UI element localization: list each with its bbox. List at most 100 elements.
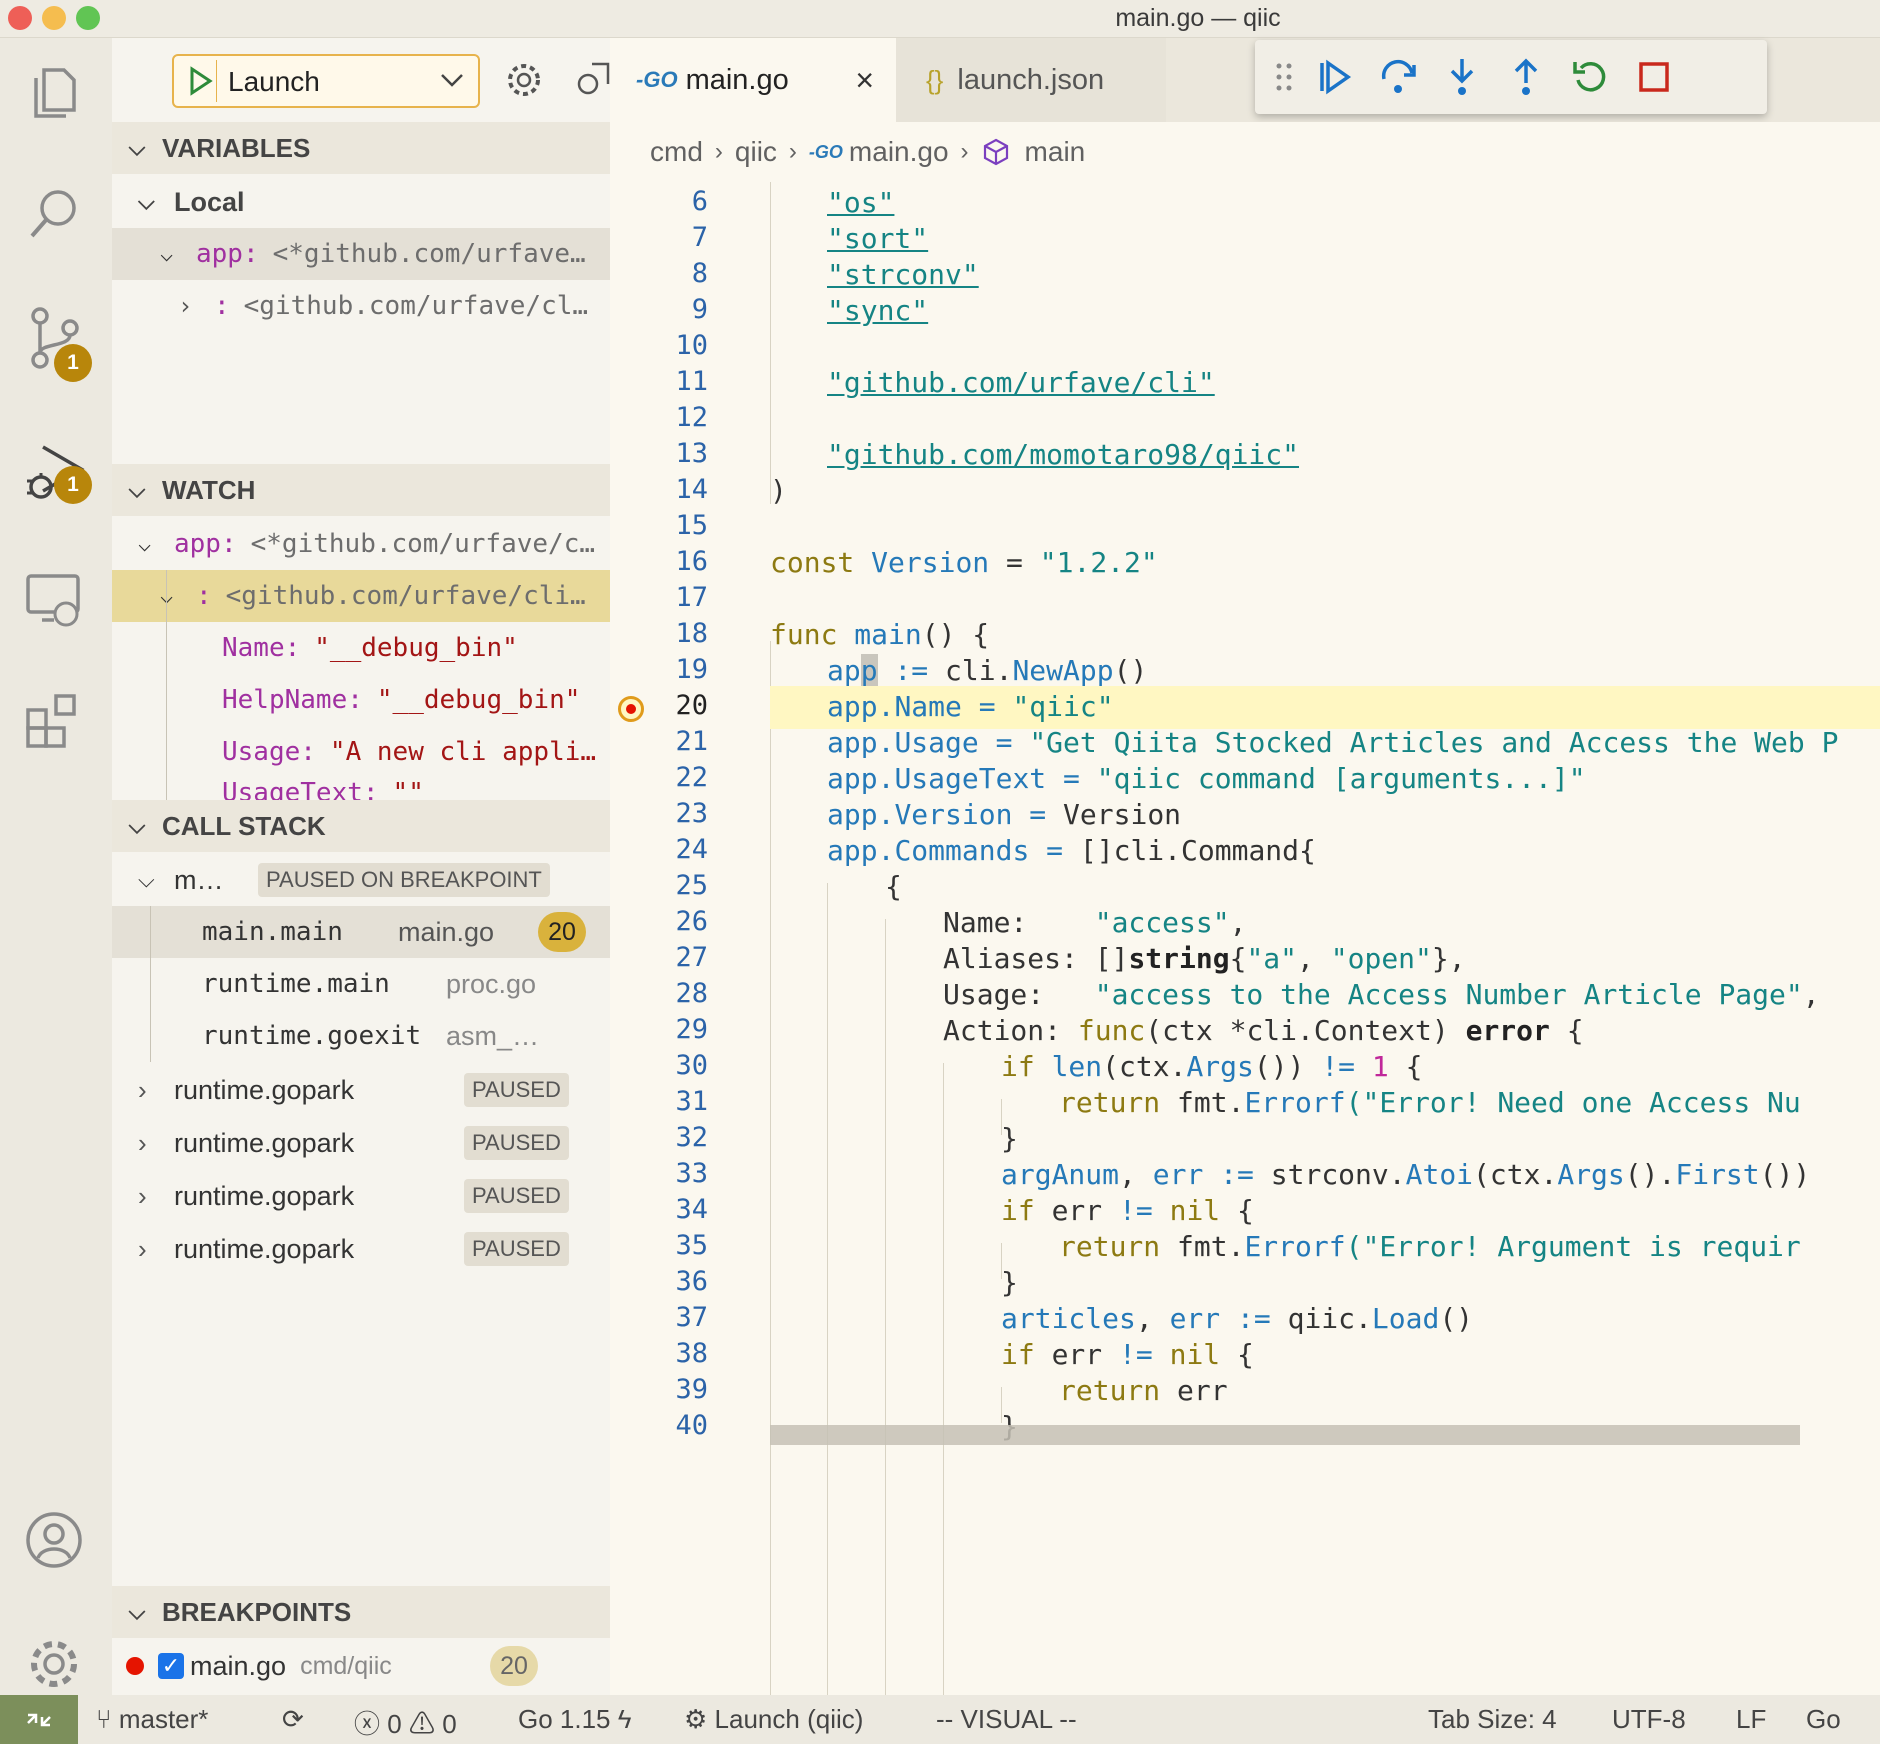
remote-indicator[interactable] — [0, 1695, 78, 1744]
breadcrumb-item[interactable]: main — [1025, 136, 1086, 168]
json-file-icon: {} — [926, 64, 944, 95]
breakpoint-dot-icon — [126, 1657, 144, 1675]
chevron-right-icon: › — [138, 1127, 147, 1158]
watch-item-app[interactable]: ⌵ app: <*github.com/urfave/c… — [112, 518, 610, 570]
code-token: Aliases: [] — [943, 942, 1129, 975]
encoding-indicator[interactable]: UTF-8 — [1612, 1704, 1686, 1735]
drag-handle-icon[interactable] — [1263, 54, 1305, 100]
line-number: 16 — [675, 546, 708, 577]
horizontal-scrollbar[interactable] — [770, 1425, 1800, 1445]
code-editor[interactable]: 6 "os" 7 "sort" 8 "strconv" 9 "sync" 10 11 "g… — [610, 182, 1880, 1695]
code-token: = — [1012, 798, 1064, 831]
watch-field-name: UsageText: — [222, 778, 379, 800]
breakpoints-section-header[interactable]: ⌵ BREAKPOINTS — [112, 1586, 610, 1638]
restart-button[interactable] — [1567, 54, 1613, 100]
tab-size-indicator[interactable]: Tab Size: 4 — [1428, 1704, 1557, 1735]
code-token: app. — [827, 690, 895, 723]
call-stack-thread[interactable]: › runtime.gopark PAUSED — [112, 1170, 610, 1222]
watch-field[interactable]: UsageText: "" — [112, 778, 610, 800]
line-number: 33 — [675, 1158, 708, 1189]
watch-field[interactable]: Usage: "A new cli appli… — [112, 726, 610, 778]
tab-main-go[interactable]: -GO main.go × — [610, 38, 896, 122]
code-token: { — [1229, 942, 1247, 975]
line-number: 34 — [675, 1194, 708, 1225]
chevron-right-icon: › — [714, 138, 723, 165]
frame-file: main.go — [398, 916, 495, 947]
code-token: Atoi — [1405, 1158, 1474, 1191]
run-debug-icon[interactable]: 1 — [18, 438, 92, 510]
code-token: , — [1229, 906, 1247, 939]
watch-value: <github.com/urfave/cli… — [225, 581, 586, 611]
variable-app-child[interactable]: › : <github.com/urfave/cl… — [112, 280, 610, 332]
continue-button[interactable] — [1311, 54, 1357, 100]
watch-item-child[interactable]: ⌵ : <github.com/urfave/cli… — [112, 570, 610, 622]
code-token: 1 — [1371, 1050, 1389, 1083]
code-token: "qiic" — [1012, 690, 1114, 723]
eol-indicator[interactable]: LF — [1736, 1704, 1766, 1735]
frame-file: asm_… — [446, 1020, 540, 1051]
sync-icon[interactable]: ⟳ — [282, 1704, 304, 1735]
call-stack-thread[interactable]: › runtime.gopark PAUSED — [112, 1117, 610, 1169]
vim-mode: -- VISUAL -- — [936, 1704, 1077, 1734]
breakpoint-enabled-checkbox[interactable]: ✓ — [158, 1653, 184, 1679]
go-version-indicator[interactable]: Go 1.15 ϟ — [518, 1704, 632, 1735]
code-token: if — [1001, 1194, 1035, 1227]
code-token: Args — [1186, 1050, 1254, 1083]
code-token: Name: — [943, 906, 1095, 939]
code-token: const — [770, 546, 855, 579]
stack-frame[interactable]: main.main main.go 20 — [112, 906, 610, 958]
variable-name: app: — [196, 239, 259, 269]
breadcrumb-item[interactable]: cmd — [650, 136, 703, 168]
watch-field[interactable]: Name: "__debug_bin" — [112, 622, 610, 674]
debug-launch-indicator[interactable]: ⚙ Launch (qiic) — [684, 1704, 863, 1735]
watch-field-value: "__debug_bin" — [376, 685, 581, 715]
thread-name: runtime.gopark — [174, 1180, 355, 1211]
branch-indicator[interactable]: ⑂ master* — [96, 1704, 208, 1735]
stack-frame[interactable]: runtime.main proc.go — [112, 958, 610, 1010]
call-stack-thread[interactable]: › runtime.gopark PAUSED — [112, 1223, 610, 1275]
gear-icon[interactable] — [504, 60, 544, 100]
chevron-down-icon: ⌵ — [138, 531, 152, 557]
call-stack-thread[interactable]: › runtime.gopark PAUSED — [112, 1064, 610, 1116]
code-token: { — [885, 870, 902, 903]
breakpoint-item[interactable]: ✓ main.go cmd/qiic 20 — [112, 1640, 610, 1692]
breadcrumb-item[interactable]: qiic — [735, 136, 777, 168]
breadcrumb-item[interactable]: main.go — [849, 136, 949, 168]
start-debug-icon[interactable] — [184, 65, 216, 97]
manage-gear-icon[interactable] — [18, 1628, 90, 1700]
language-indicator[interactable]: Go — [1806, 1704, 1841, 1735]
step-over-button[interactable] — [1375, 54, 1421, 100]
variables-scope-local[interactable]: ⌵ Local — [112, 176, 610, 228]
call-stack-section-header[interactable]: ⌵ CALL STACK — [112, 800, 610, 852]
step-out-button[interactable] — [1503, 54, 1549, 100]
tab-launch-json[interactable]: {} launch.json — [896, 38, 1166, 122]
launch-config-select[interactable]: Launch — [172, 54, 480, 108]
close-icon[interactable]: × — [855, 62, 874, 99]
line-number: 13 — [675, 438, 708, 469]
call-stack-thread[interactable]: ⌵ m… PAUSED ON BREAKPOINT — [112, 854, 610, 906]
step-into-button[interactable] — [1439, 54, 1485, 100]
chevron-right-icon: › — [138, 1074, 147, 1105]
code-token: () — [1113, 654, 1148, 687]
debug-console-icon[interactable] — [574, 60, 610, 100]
watch-field-name: Usage: — [222, 737, 316, 767]
problems-indicator[interactable]: ⓧ 0 ⚠ 0 — [354, 1704, 457, 1741]
code-token: "strconv" — [827, 258, 979, 291]
variable-app[interactable]: ⌵ app: <*github.com/urfave… — [112, 228, 610, 280]
extensions-icon[interactable] — [18, 684, 90, 756]
source-control-icon[interactable]: 1 — [18, 302, 92, 382]
variables-section-header[interactable]: ⌵ VARIABLES — [112, 122, 610, 174]
line-number: 37 — [675, 1302, 708, 1333]
search-icon[interactable] — [18, 178, 90, 250]
stop-button[interactable] — [1631, 54, 1677, 100]
line-number: 23 — [675, 798, 708, 829]
account-icon[interactable] — [18, 1504, 90, 1576]
watch-field[interactable]: HelpName: "__debug_bin" — [112, 674, 610, 726]
code-token: len — [1051, 1050, 1103, 1083]
explorer-icon[interactable] — [18, 58, 90, 130]
line-number: 38 — [675, 1338, 708, 1369]
stack-frame[interactable]: runtime.goexit asm_… — [112, 1010, 610, 1062]
watch-section-header[interactable]: ⌵ WATCH — [112, 464, 610, 516]
remote-explorer-icon[interactable] — [18, 564, 90, 636]
code-token: argAnum — [1001, 1158, 1120, 1191]
